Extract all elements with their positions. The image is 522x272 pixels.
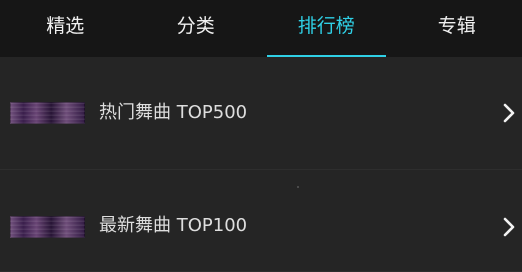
ranking-list: 热门舞曲 TOP500 最新舞曲 TOP100 <box>0 57 522 271</box>
tab-featured[interactable]: 精选 <box>0 0 131 57</box>
tab-label: 精选 <box>46 17 84 36</box>
tab-bar: 精选 分类 排行榜 专辑 <box>0 0 522 57</box>
playlist-cover-image <box>10 102 85 124</box>
tab-albums[interactable]: 专辑 <box>392 0 522 57</box>
tab-rankings[interactable]: 排行榜 <box>261 0 392 57</box>
list-item-title: 最新舞曲 TOP100 <box>99 217 247 235</box>
tab-label: 排行榜 <box>298 17 355 36</box>
list-item-new-top100[interactable]: 最新舞曲 TOP100 <box>0 170 522 272</box>
divider-dot <box>297 186 299 188</box>
tab-label: 专辑 <box>438 17 476 36</box>
chevron-right-icon <box>502 102 516 124</box>
list-item-title: 热门舞曲 TOP500 <box>99 104 247 122</box>
chevron-right-icon <box>502 216 516 238</box>
tab-label: 分类 <box>177 17 215 36</box>
tab-categories[interactable]: 分类 <box>131 0 262 57</box>
list-item-hot-top500[interactable]: 热门舞曲 TOP500 <box>0 57 522 170</box>
playlist-cover-image <box>10 216 85 238</box>
